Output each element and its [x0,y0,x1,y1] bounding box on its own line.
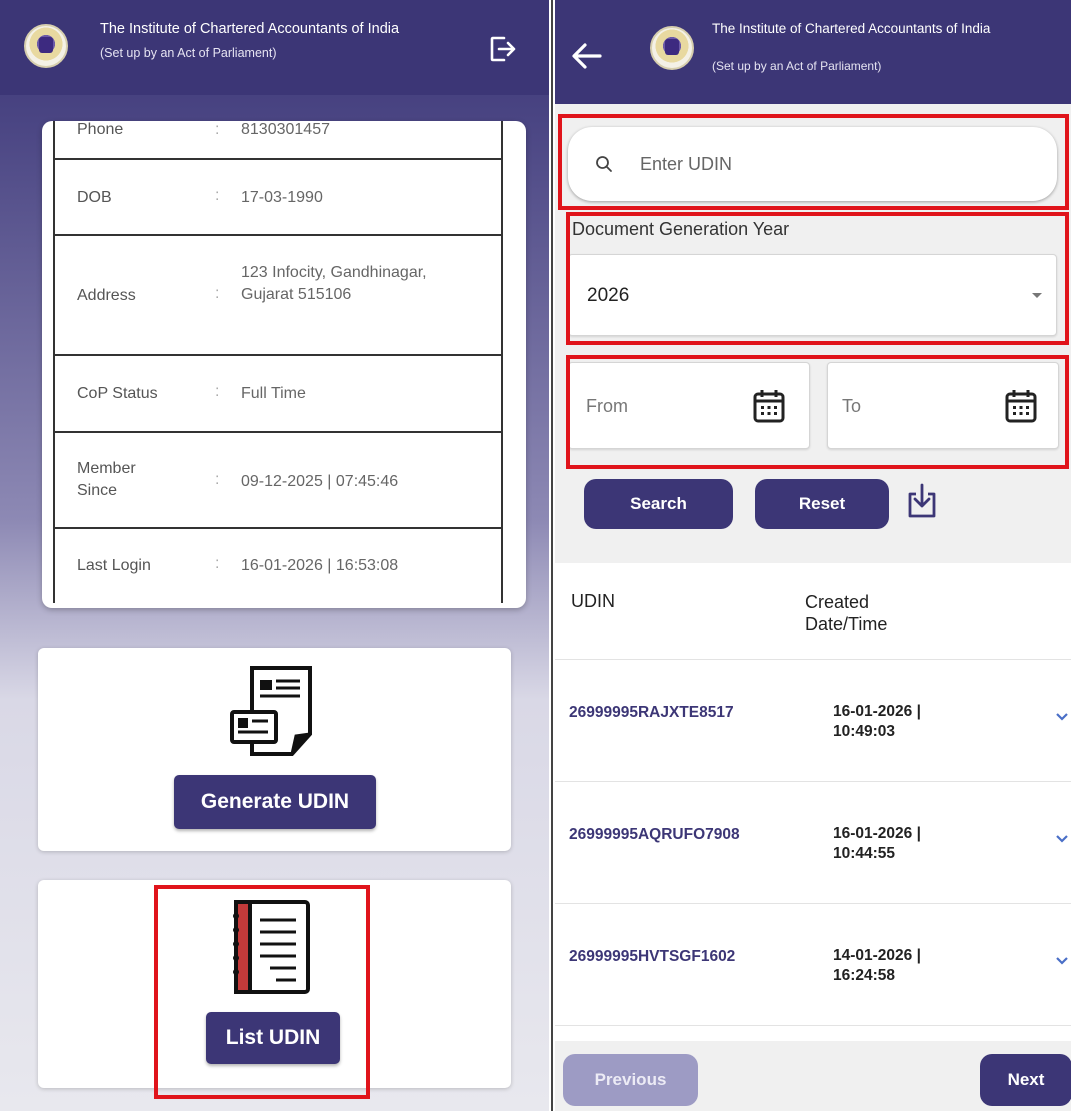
right-screen: The Institute of Chartered Accountants o… [555,0,1071,1111]
back-arrow-icon[interactable] [571,42,603,70]
profile-card: Phone : 8130301457 DOB : 17-03-1990 Addr… [42,121,526,608]
udin-link[interactable]: 26999995RAJXTE8517 [569,704,734,722]
highlight-list-udin [154,885,370,1099]
table-row[interactable]: 26999995HVTSGF1602 14-01-2026 | 16:24:58 [555,903,1071,1025]
profile-row-member-since: Member Since : 09-12-2025 | 07:45:46 [55,433,501,529]
download-icon[interactable] [905,482,939,520]
profile-label: Phone [77,121,124,138]
header-title: The Institute of Chartered Accountants o… [712,21,991,36]
profile-row-last-login: Last Login : 16-01-2026 | 16:53:08 [55,529,501,603]
profile-label: CoP Status [77,385,158,402]
chevron-down-icon[interactable] [1055,956,1069,966]
left-screen: The Institute of Chartered Accountants o… [0,0,549,1111]
table-row [555,1025,1071,1045]
created-datetime: 16-01-2026 | 10:44:55 [833,825,921,862]
profile-value: 17-03-1990 [241,189,323,206]
highlight-date-range [566,355,1069,469]
profile-row-address: Address : 123 Infocity, Gandhinagar, Guj… [55,236,501,356]
profile-table: Phone : 8130301457 DOB : 17-03-1990 Addr… [53,121,503,603]
search-button[interactable]: Search [584,479,733,529]
profile-row-dob: DOB : 17-03-1990 [55,160,501,236]
column-created: Created Date/Time [805,592,888,634]
profile-value: 09-12-2025 | 07:45:46 [241,473,399,490]
document-cards-icon [230,666,312,756]
profile-row-cop-status: CoP Status : Full Time [55,356,501,433]
highlight-year [566,212,1069,345]
profile-value: Full Time [241,385,306,402]
profile-value: 8130301457 [241,121,330,138]
table-row[interactable]: 26999995RAJXTE8517 16-01-2026 | 10:49:03 [555,659,1071,781]
logout-icon[interactable] [488,34,518,64]
chevron-down-icon[interactable] [1055,834,1069,844]
profile-label: Address [77,287,136,304]
icai-logo [650,26,694,70]
header-title: The Institute of Chartered Accountants o… [100,21,400,37]
generate-udin-card[interactable]: Generate UDIN [38,648,511,851]
chevron-down-icon[interactable] [1055,712,1069,722]
profile-value: 123 Infocity, Gandhinagar, Gujarat 51510… [241,264,427,303]
highlight-search [558,114,1069,210]
icai-logo [24,24,68,68]
app-header: The Institute of Chartered Accountants o… [0,0,549,95]
created-datetime: 16-01-2026 | 10:49:03 [833,703,921,740]
profile-value: 16-01-2026 | 16:53:08 [241,557,399,574]
header-subtitle: (Set up by an Act of Parliament) [712,59,882,73]
next-button[interactable]: Next [980,1054,1071,1106]
udin-link[interactable]: 26999995AQRUFO7908 [569,826,740,844]
generate-udin-button[interactable]: Generate UDIN [174,775,376,829]
profile-row-phone: Phone : 8130301457 [55,121,501,160]
created-datetime: 14-01-2026 | 16:24:58 [833,947,921,984]
table-row[interactable]: 26999995AQRUFO7908 16-01-2026 | 10:44:55 [555,781,1071,903]
app-header: The Institute of Chartered Accountants o… [555,0,1071,104]
header-subtitle: (Set up by an Act of Parliament) [100,46,277,60]
profile-label: Last Login [77,557,151,574]
profile-label: Member Since [77,460,136,499]
profile-label: DOB [77,189,112,206]
udin-link[interactable]: 26999995HVTSGF1602 [569,948,735,966]
column-udin: UDIN [571,591,615,611]
reset-button[interactable]: Reset [755,479,889,529]
udin-table: UDIN Created Date/Time 26999995RAJXTE851… [555,563,1071,1041]
previous-button[interactable]: Previous [563,1054,698,1106]
